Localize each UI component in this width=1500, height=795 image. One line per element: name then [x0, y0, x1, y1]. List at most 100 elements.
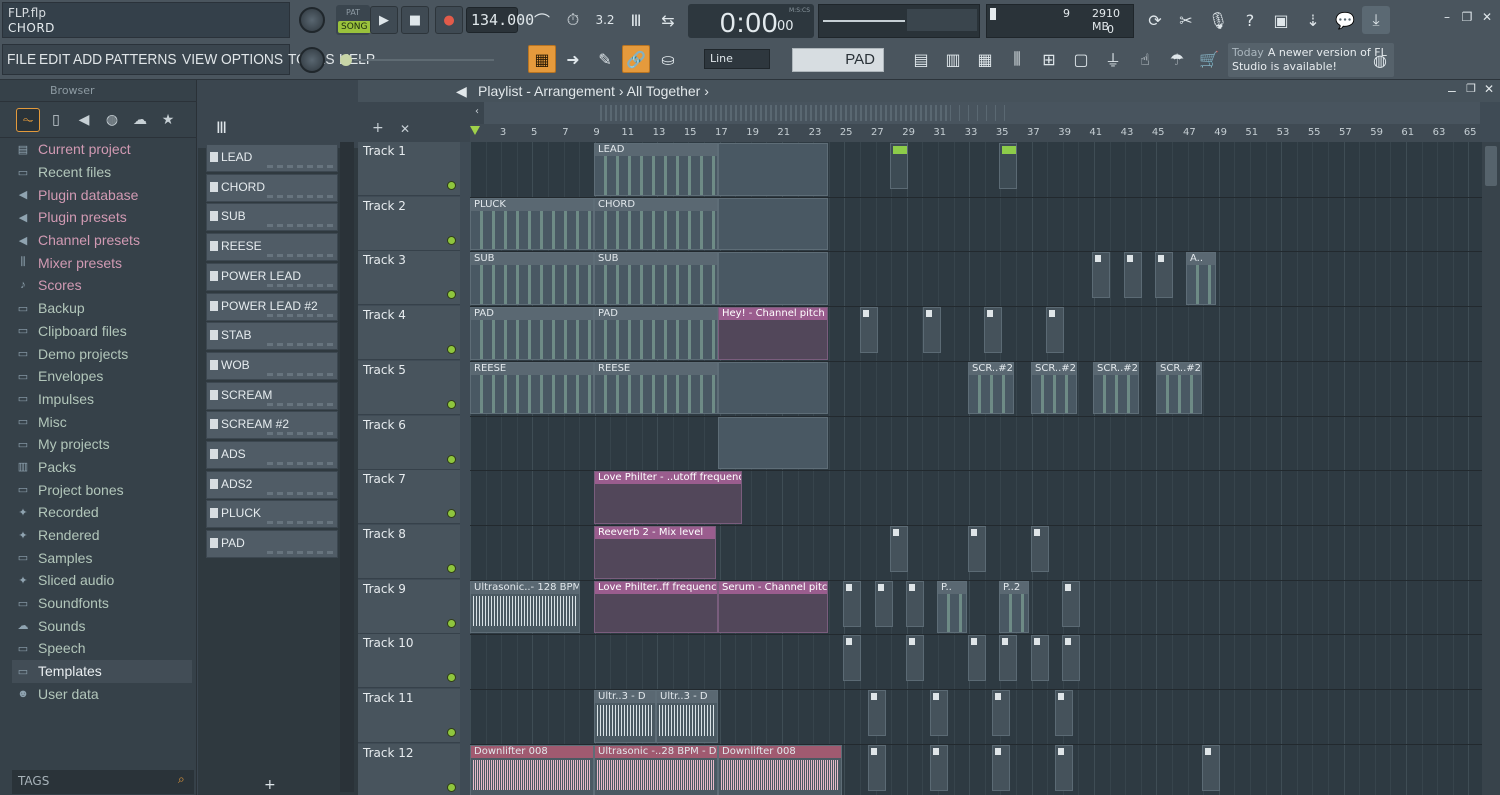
- menu-options[interactable]: OPTIONS: [221, 51, 283, 68]
- playlist-clip[interactable]: Love Philter - ..utoff frequency: [594, 471, 742, 524]
- short-clip[interactable]: [1031, 525, 1049, 572]
- short-clip[interactable]: [1092, 252, 1110, 299]
- snap-mode-select[interactable]: Line: [704, 49, 770, 69]
- master-pitch-knob[interactable]: [299, 47, 325, 73]
- speaker-icon[interactable]: ◀: [456, 83, 467, 100]
- short-clip[interactable]: [860, 307, 878, 354]
- short-clip[interactable]: [1062, 635, 1080, 682]
- playlist-clip[interactable]: PAD: [594, 307, 718, 360]
- playlist-clip[interactable]: SCR..#2: [968, 361, 1014, 415]
- pattern-tree-icon[interactable]: ⊞: [1035, 45, 1063, 73]
- menu-edit[interactable]: EDIT: [39, 51, 70, 68]
- browser-item-channel-presets[interactable]: ◀ Channel presets: [12, 229, 192, 252]
- browser-item-rendered[interactable]: ✦ Rendered: [12, 524, 192, 547]
- refresh-icon[interactable]: ⟳: [1141, 6, 1169, 34]
- save-icon[interactable]: ▣: [1267, 6, 1295, 34]
- render-icon[interactable]: ⇣: [1299, 6, 1327, 34]
- tags-bar[interactable]: TAGS ⌕: [12, 770, 194, 794]
- short-clip[interactable]: [906, 580, 924, 627]
- browser-tab-all-icon[interactable]: ⏦: [16, 108, 40, 132]
- menu-view[interactable]: VIEW: [182, 51, 217, 68]
- short-clip[interactable]: [1046, 307, 1064, 354]
- short-clip[interactable]: [992, 744, 1010, 791]
- track-header[interactable]: Track 5: [358, 360, 460, 415]
- short-clip[interactable]: [1062, 580, 1080, 627]
- chat-icon[interactable]: 💬: [1331, 6, 1359, 34]
- rack-view-icon[interactable]: Ⅲ: [216, 118, 227, 137]
- add-track-icon[interactable]: +: [372, 120, 384, 136]
- touch-controller-icon[interactable]: ☝: [1131, 45, 1159, 73]
- loop-record-icon[interactable]: ⇆: [654, 6, 682, 34]
- short-clip[interactable]: [923, 307, 941, 354]
- browser-item-recent-files[interactable]: ▭ Recent files: [12, 161, 192, 184]
- channel-button[interactable]: POWER LEAD #2: [206, 292, 338, 321]
- short-clip[interactable]: [1155, 252, 1173, 299]
- track-mute-led[interactable]: [447, 454, 456, 464]
- browser-item-sliced-audio[interactable]: ✦ Sliced audio: [12, 569, 192, 592]
- microphone-icon[interactable]: 🎙: [1204, 6, 1232, 34]
- draw-tool-icon[interactable]: ✎: [591, 45, 619, 73]
- main-slider[interactable]: [340, 54, 500, 66]
- scroll-left-icon[interactable]: ‹: [470, 102, 484, 124]
- track-header[interactable]: Track 4: [358, 306, 460, 361]
- channel-button[interactable]: PAD: [206, 530, 338, 559]
- browser-item-clipboard-files[interactable]: ▭ Clipboard files: [12, 320, 192, 343]
- tempo-display[interactable]: 134.000: [466, 7, 534, 33]
- short-clip[interactable]: [906, 635, 924, 682]
- track-mute-led[interactable]: [447, 509, 456, 519]
- track-mute-led[interactable]: [447, 673, 456, 683]
- arrangement-overview[interactable]: ‹: [470, 102, 1480, 124]
- browser-item-envelopes[interactable]: ▭ Envelopes: [12, 365, 192, 388]
- browser-item-misc[interactable]: ▭ Misc: [12, 410, 192, 433]
- channel-button[interactable]: ADS: [206, 441, 338, 469]
- channel-button[interactable]: POWER LEAD: [206, 262, 338, 291]
- menu-file[interactable]: FILE: [7, 51, 36, 68]
- playlist-clip[interactable]: Love Philter..ff frequency: [594, 580, 718, 634]
- short-clip[interactable]: [843, 580, 861, 627]
- piano-roll-icon[interactable]: ▥: [939, 45, 967, 73]
- stop-button[interactable]: ■: [401, 6, 429, 34]
- track-header[interactable]: Track 1: [358, 142, 460, 196]
- browser-item-sounds[interactable]: ☁ Sounds: [12, 614, 192, 637]
- short-clip[interactable]: [984, 307, 1002, 354]
- track-header[interactable]: Track 10: [358, 634, 460, 689]
- channel-button[interactable]: LEAD: [206, 144, 338, 172]
- track-mute-led[interactable]: [447, 728, 456, 737]
- track-header[interactable]: Track 8: [358, 524, 460, 579]
- browser-item-templates[interactable]: ▭ Templates: [12, 659, 192, 683]
- cut-icon[interactable]: ✂: [1172, 6, 1200, 34]
- short-clip[interactable]: [968, 635, 986, 682]
- record-button[interactable]: ●: [435, 6, 463, 34]
- playlist-clip[interactable]: SCR..#2: [1031, 361, 1077, 415]
- track-header[interactable]: Track 7: [358, 470, 460, 525]
- plugin-picker-icon[interactable]: ⏚: [1099, 45, 1127, 73]
- play-button[interactable]: ▶: [370, 6, 398, 34]
- rack-scrollbar[interactable]: [340, 142, 354, 792]
- browser-item-current-project[interactable]: ▤ Current project: [12, 138, 192, 161]
- channel-button[interactable]: STAB: [206, 322, 338, 351]
- browser-tab-online-icon[interactable]: ◍: [100, 108, 124, 132]
- short-clip[interactable]: [1055, 690, 1073, 736]
- playlist-minimize-icon[interactable]: –: [1448, 82, 1456, 98]
- pattern-block[interactable]: [718, 416, 828, 470]
- short-clip[interactable]: [868, 744, 886, 791]
- track-header[interactable]: Track 9: [358, 579, 460, 634]
- metronome-icon[interactable]: ⌒: [528, 6, 556, 34]
- channel-button[interactable]: SCREAM #2: [206, 411, 338, 440]
- minimize-icon[interactable]: –: [1438, 8, 1456, 26]
- playlist-clip[interactable]: PAD: [470, 307, 594, 360]
- short-clip[interactable]: [999, 635, 1017, 682]
- search-icon[interactable]: ⌕: [178, 772, 185, 787]
- track-header[interactable]: Track 11: [358, 689, 460, 743]
- mixer-icon[interactable]: ⫼: [1003, 45, 1031, 73]
- globe-icon[interactable]: ◍: [1366, 46, 1394, 74]
- playlist-clip[interactable]: Ultr..3 - D: [656, 690, 718, 743]
- channel-button[interactable]: REESE: [206, 233, 338, 262]
- browser-item-scores[interactable]: ♪ Scores: [12, 274, 192, 297]
- browser-item-packs[interactable]: ▥ Packs: [12, 456, 192, 479]
- track-mute-led[interactable]: [447, 618, 456, 628]
- menu-patterns[interactable]: PATTERNS: [105, 51, 177, 68]
- arrangement-grid[interactable]: LEAD PLUCK CHORD SUB SUB PAD PAD Hey! - Channel…: [470, 142, 1482, 795]
- song-time-display[interactable]: 0:00 00 M:S:CS: [688, 4, 814, 38]
- browser-item-plugin-database[interactable]: ◀ Plugin database: [12, 183, 192, 206]
